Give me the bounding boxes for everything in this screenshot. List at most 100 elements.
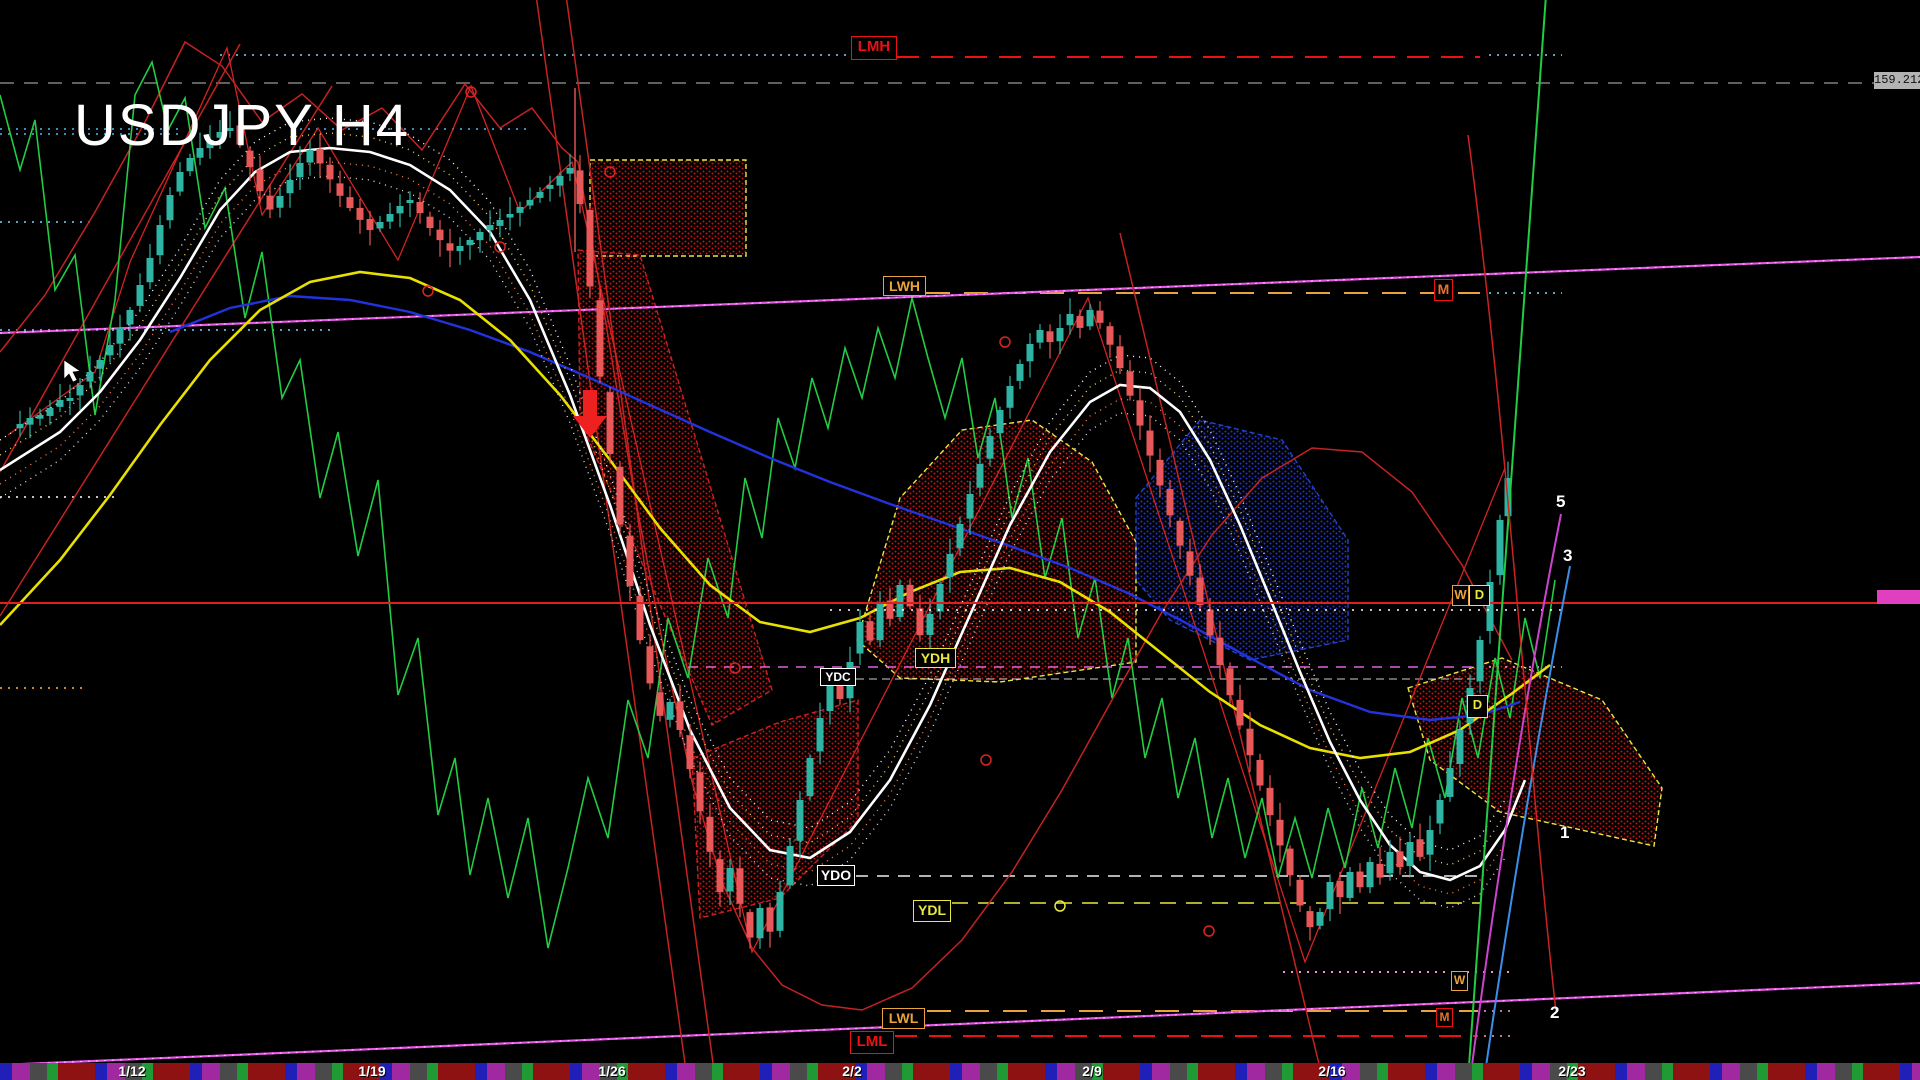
candle-body: [567, 168, 574, 174]
candle-body: [117, 328, 124, 344]
candle-body: [627, 536, 634, 587]
axis-label: 2/2: [842, 1063, 861, 1079]
candle-body: [1267, 788, 1274, 815]
price-scale-tag: 159.212: [1874, 72, 1920, 89]
candle-body: [1007, 386, 1014, 408]
candle-body: [377, 222, 384, 228]
candle-body: [1257, 760, 1264, 786]
candle-body: [17, 424, 24, 428]
candle-body: [1427, 830, 1434, 855]
level-label-lwh[interactable]: LWH: [883, 276, 926, 296]
candle-body: [1047, 331, 1054, 342]
candle-body: [157, 225, 164, 255]
candle-body: [1027, 344, 1034, 361]
candle-body: [1407, 842, 1414, 866]
candle-body: [687, 735, 694, 769]
candle-body: [427, 217, 434, 228]
time-axis-ribbon[interactable]: 1/121/191/262/22/92/162/23: [0, 1063, 1920, 1080]
candle-body: [677, 701, 684, 730]
candle-body: [957, 524, 964, 548]
candle-body: [777, 892, 784, 931]
level-label-ydl[interactable]: YDL: [913, 900, 951, 922]
candle-body: [1417, 839, 1424, 857]
level-label-ydh[interactable]: YDH: [915, 648, 956, 668]
candle-body: [1157, 460, 1164, 486]
candle-body: [1297, 880, 1304, 906]
signal-circle-marker: [981, 755, 991, 765]
candle-body: [807, 758, 814, 796]
candle-body: [1327, 882, 1334, 909]
candle-body: [1087, 310, 1094, 326]
wave-number: 3: [1563, 546, 1572, 566]
candle-body: [1477, 640, 1484, 681]
wave-number: 1: [1560, 823, 1569, 843]
level-label-w-mid[interactable]: W: [1452, 585, 1469, 606]
candle-body: [897, 585, 904, 617]
candle-body: [917, 608, 924, 635]
level-label-ydc[interactable]: YDC: [820, 668, 856, 686]
level-label-lwl[interactable]: LWL: [882, 1008, 925, 1029]
level-label-m-top[interactable]: M: [1434, 279, 1453, 301]
candle-body: [507, 214, 514, 218]
candle-body: [1107, 326, 1114, 345]
channel-line-dots: [0, 983, 1920, 1065]
candle-body: [407, 200, 414, 203]
candle-body: [1377, 864, 1384, 878]
level-label-m-low[interactable]: M: [1436, 1008, 1453, 1027]
candle-body: [877, 602, 884, 640]
candle-body: [797, 800, 804, 841]
candle-body: [347, 197, 354, 208]
candle-body: [817, 718, 824, 751]
candle-body: [947, 554, 954, 577]
candle-body: [47, 408, 54, 416]
candle-body: [1197, 578, 1204, 606]
indicator-cloud: [1136, 420, 1348, 660]
candle-body: [1397, 851, 1404, 867]
wave-number: 5: [1556, 492, 1565, 512]
candle-body: [187, 158, 194, 171]
candle-body: [1367, 862, 1374, 887]
candle-body: [337, 183, 344, 195]
candle-body: [937, 584, 944, 611]
candle-body: [517, 207, 524, 213]
candle-body: [387, 214, 394, 222]
candle-body: [1437, 800, 1444, 824]
candle-body: [457, 246, 464, 251]
candle-body: [167, 195, 174, 220]
level-label-d-low[interactable]: D: [1467, 695, 1488, 718]
axis-label: 2/16: [1318, 1063, 1345, 1079]
candle-body: [1037, 330, 1044, 343]
candle-body: [147, 258, 154, 282]
current-price-tag: [1877, 590, 1920, 604]
candle-body: [997, 410, 1004, 433]
candle-body: [717, 859, 724, 892]
level-label-lmh[interactable]: LMH: [851, 36, 897, 60]
symbol-timeframe-title: USDJPY H4: [74, 92, 410, 159]
candle-body: [977, 464, 984, 488]
candle-body: [1317, 912, 1324, 926]
chart-canvas[interactable]: [0, 0, 1920, 1080]
candle-body: [577, 170, 584, 204]
candle-body: [477, 232, 484, 240]
candle-body: [747, 912, 754, 937]
level-label-ydo[interactable]: YDO: [817, 865, 855, 886]
candle-body: [27, 418, 34, 425]
candle-body: [417, 202, 424, 213]
candle-body: [177, 172, 184, 192]
candle-body: [1307, 911, 1314, 927]
candle-body: [987, 436, 994, 459]
level-label-lml[interactable]: LML: [850, 1031, 894, 1054]
candle-body: [557, 176, 564, 186]
candle-body: [867, 621, 874, 640]
indicator-cloud: [590, 160, 746, 256]
axis-label: 2/9: [1082, 1063, 1101, 1079]
candle-body: [1187, 551, 1194, 575]
candle-body: [827, 682, 834, 711]
candle-body: [617, 467, 624, 525]
candle-body: [1227, 668, 1234, 695]
level-label-w-low[interactable]: W: [1451, 971, 1468, 991]
level-label-d-mid[interactable]: D: [1469, 585, 1490, 606]
candle-body: [967, 494, 974, 519]
axis-label: 2/23: [1558, 1063, 1585, 1079]
candle-body: [297, 163, 304, 177]
